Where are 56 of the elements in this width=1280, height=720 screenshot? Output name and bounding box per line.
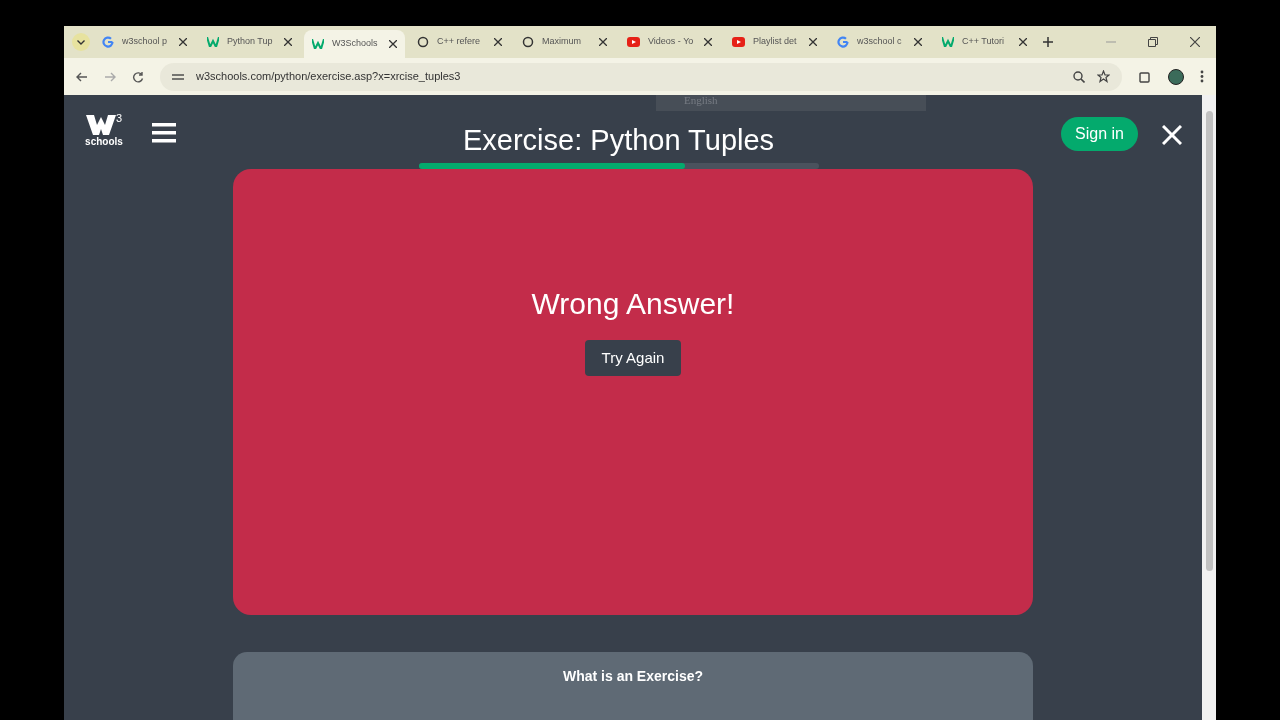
tab-title: C++ Tutori [962, 35, 1006, 49]
result-message: Wrong Answer! [531, 286, 735, 322]
close-tab-icon[interactable] [914, 38, 922, 46]
tab-title: W3Schools [332, 37, 379, 51]
tab-title: w3school c [857, 35, 903, 49]
close-tab-icon[interactable] [494, 38, 502, 46]
play-icon [732, 37, 745, 47]
profile-avatar[interactable] [1168, 68, 1184, 85]
close-tab-icon[interactable] [284, 38, 292, 46]
url-text: w3schools.com/python/exercise.asp?x=xrcise_tuples3 [196, 69, 462, 85]
close-tab-icon[interactable] [389, 40, 397, 48]
tab-title: w3school p [122, 35, 169, 49]
browser-tab[interactable]: Videos - Yo [619, 28, 720, 56]
browser-tab[interactable]: Python Tup [199, 28, 300, 56]
close-tab-icon[interactable] [599, 38, 607, 46]
reload-icon[interactable] [132, 70, 144, 83]
back-icon[interactable] [76, 70, 88, 83]
restore-icon[interactable] [1148, 37, 1158, 47]
ring-icon [102, 36, 114, 48]
ring-icon [837, 36, 849, 48]
tab-title: Videos - Yo [648, 35, 695, 49]
menu-dots-icon[interactable] [1200, 70, 1204, 83]
info-title: What is an Exercise? [562, 667, 704, 686]
exercise-title: Exercise: Python Tuples [463, 123, 775, 157]
w3-icon [207, 37, 219, 47]
chevron-down-icon [77, 39, 85, 45]
window-close-icon[interactable] [1190, 37, 1200, 47]
tab-title: Python Tup [227, 35, 274, 49]
tab-search-button[interactable] [72, 33, 90, 51]
w3-icon [942, 37, 954, 47]
zoom-icon[interactable] [1073, 70, 1085, 83]
scrollbar[interactable] [1202, 95, 1216, 720]
bookmark-star-icon[interactable] [1097, 70, 1110, 83]
address-bar[interactable]: w3schools.com/python/exercise.asp?x=xrcise_tuples3 [160, 62, 1122, 91]
w3-icon [312, 39, 324, 49]
browser-tab[interactable]: Playlist det [724, 28, 825, 56]
close-icon[interactable] [1162, 125, 1182, 145]
tab-title: C++ refere [437, 35, 482, 49]
browser-tab[interactable]: w3school p [94, 28, 195, 56]
tab-title: Playlist det [753, 35, 798, 49]
browser-tab[interactable]: w3school c [829, 28, 930, 56]
close-tab-icon[interactable] [704, 38, 712, 46]
close-tab-icon[interactable] [809, 38, 817, 46]
browser-tab[interactable]: W3Schools [304, 30, 405, 58]
tab-title: Maximum [542, 35, 582, 49]
browser-tab[interactable]: Maximum [514, 28, 615, 56]
menu-icon[interactable] [152, 123, 176, 143]
site-settings-icon[interactable] [172, 71, 184, 82]
w3schools-logo[interactable]: 3 schools [84, 113, 124, 147]
try-again-button[interactable]: Try Again [584, 340, 682, 376]
browser-tab[interactable]: C++ Tutori [934, 28, 1035, 56]
play-icon [627, 37, 640, 47]
close-tab-icon[interactable] [179, 38, 187, 46]
close-tab-icon[interactable] [1019, 38, 1027, 46]
browser-tab[interactable]: C++ refere [409, 28, 510, 56]
new-tab-icon[interactable] [1043, 37, 1053, 47]
